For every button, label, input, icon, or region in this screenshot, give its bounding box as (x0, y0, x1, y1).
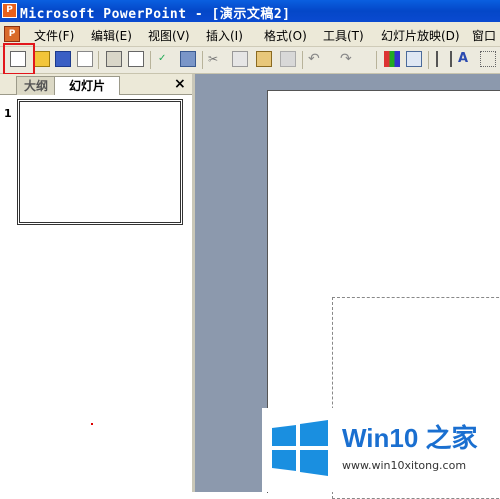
menu-bar: P 文件(F) 编辑(E) 视图(V) 插入(I) 格式(O) 工具(T) 幻灯… (0, 22, 500, 47)
win10-watermark: Win10 之家 www.win10xitong.com (262, 408, 500, 492)
menu-slideshow[interactable]: 幻灯片放映(D) (381, 27, 460, 44)
new-button-highlight (3, 43, 35, 75)
cursor-dot (91, 423, 93, 425)
paste-icon[interactable] (256, 51, 272, 67)
toolbar-separator (202, 51, 203, 69)
document-menu-icon[interactable]: P (4, 26, 20, 42)
cut-icon[interactable]: ✂ (208, 51, 224, 67)
table-icon[interactable] (406, 51, 422, 67)
tab-outline[interactable]: 大纲 (16, 76, 56, 95)
grid-icon[interactable] (480, 51, 496, 67)
menu-tools[interactable]: 工具(T) (323, 27, 364, 44)
menu-edit[interactable]: 编辑(E) (91, 27, 132, 44)
watermark-title: Win10 之家 (342, 423, 478, 453)
close-icon[interactable]: × (174, 76, 186, 92)
slide-thumbnail[interactable] (17, 99, 183, 225)
toolbar-separator (150, 51, 151, 69)
menu-window[interactable]: 窗口 (472, 27, 496, 44)
undo-icon[interactable]: ↶ (308, 51, 324, 67)
redo-icon[interactable]: ↷ (340, 51, 356, 67)
copy-icon[interactable] (232, 51, 248, 67)
toolbar-separator (428, 51, 429, 69)
watermark-url: www.win10xitong.com (342, 459, 467, 472)
chart-icon[interactable] (384, 51, 400, 67)
print-icon[interactable] (106, 51, 122, 67)
window-title: Microsoft PowerPoint - [演示文稿2] (20, 7, 291, 22)
expand-icon[interactable] (436, 51, 452, 67)
open-icon[interactable] (34, 51, 50, 67)
standard-toolbar: ✓ ✂ ↶ ↷ A (0, 47, 500, 74)
save-icon[interactable] (55, 51, 71, 67)
slide-number: 1 (4, 107, 12, 120)
format-painter-icon[interactable] (280, 51, 296, 67)
toolbar-separator (98, 51, 99, 69)
menu-view[interactable]: 视图(V) (148, 27, 190, 44)
toolbar-separator (302, 51, 303, 69)
slides-pane: 大纲 幻灯片 × 1 (0, 74, 195, 492)
powerpoint-app-icon[interactable]: P (2, 3, 17, 18)
windows-logo-icon (272, 420, 328, 476)
research-icon[interactable] (180, 51, 196, 67)
menu-file[interactable]: 文件(F) (34, 27, 74, 44)
print-preview-icon[interactable] (128, 51, 144, 67)
pane-tabstrip: 大纲 幻灯片 × (0, 74, 192, 95)
menu-insert[interactable]: 插入(I) (206, 27, 243, 44)
show-formatting-icon[interactable]: A (458, 51, 474, 67)
tab-slides[interactable]: 幻灯片 (54, 76, 120, 95)
title-bar: P Microsoft PowerPoint - [演示文稿2] (0, 0, 500, 22)
toolbar-separator (376, 51, 377, 69)
permission-icon[interactable] (77, 51, 93, 67)
spelling-icon[interactable]: ✓ (158, 51, 174, 67)
menu-format[interactable]: 格式(O) (264, 27, 307, 44)
